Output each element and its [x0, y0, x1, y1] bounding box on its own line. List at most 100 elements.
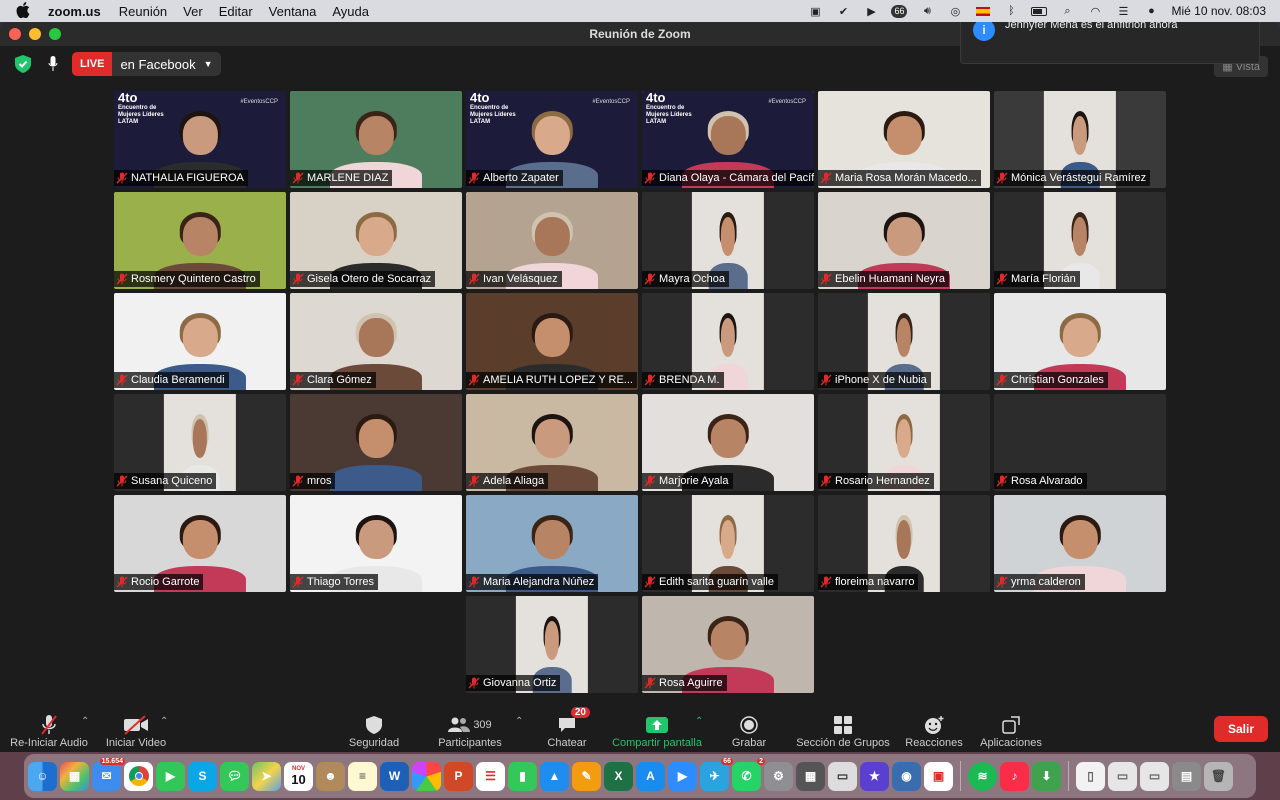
video-options-chevron-icon[interactable]: ⌃ [160, 716, 168, 727]
chrome-icon[interactable] [124, 761, 153, 791]
participant-tile[interactable]: iPhone X de Nubia [818, 293, 990, 390]
notifications-count-icon[interactable]: 66 [891, 4, 908, 18]
menubar-clock[interactable]: Mié 10 nov. 08:03 [1171, 4, 1266, 18]
numbers-icon[interactable]: ▮ [508, 761, 537, 791]
participant-tile[interactable]: BRENDA M. [642, 293, 814, 390]
participant-tile[interactable]: Maria Rosa Morán Macedo... [818, 91, 990, 188]
record-button[interactable]: Grabar [724, 706, 774, 752]
participant-tile[interactable]: Maria Alejandra Núñez [466, 495, 638, 592]
zoom-status-icon[interactable]: ▣ [807, 5, 823, 18]
participant-tile[interactable]: Rosmery Quintero Castro [114, 192, 286, 289]
participant-tile[interactable]: Clara Gómez [290, 293, 462, 390]
calendar-icon[interactable]: NOV 10 [284, 761, 313, 791]
participant-tile[interactable]: Giovanna Ortiz [466, 596, 638, 693]
start-video-button[interactable]: Iniciar Video [102, 706, 170, 752]
quicktime-icon[interactable]: ◉ [892, 761, 921, 791]
participant-tile[interactable]: Rosa Aguirre [642, 596, 814, 693]
mail-icon[interactable]: ✉ 15.654 [92, 757, 125, 791]
checkmark-status-icon[interactable]: ✔ [835, 5, 851, 18]
participants-button[interactable]: 309 Participantes [432, 706, 508, 752]
finder-icon[interactable]: ☺ [28, 761, 57, 791]
apple-menu-icon[interactable] [16, 1, 36, 21]
participant-tile[interactable]: Thiago Torres [290, 495, 462, 592]
menu-ver[interactable]: Ver [183, 4, 203, 19]
participant-tile[interactable]: yrma calderon [994, 495, 1166, 592]
chat-button[interactable]: 20 Chatear [538, 706, 596, 752]
participant-tile[interactable]: Mayra Ochoa [642, 192, 814, 289]
participant-tile[interactable]: 4to Encuentro de Mujeres Líderes LATAM #Even… [466, 91, 638, 188]
zoom-icon[interactable]: ▶ [668, 761, 697, 791]
contacts-icon[interactable]: ☻ [316, 761, 345, 791]
photos-icon[interactable] [412, 761, 441, 791]
spotify-icon[interactable]: ≋ [968, 761, 997, 791]
spanish-flag-icon[interactable] [975, 5, 991, 17]
participant-tile[interactable]: 4to Encuentro de Mujeres Líderes LATAM #Even… [642, 91, 814, 188]
participant-tile[interactable]: Edith sarita guarín valle [642, 495, 814, 592]
folder-stack-icon[interactable]: ▤ [1172, 761, 1201, 791]
share-options-chevron-icon[interactable]: ⌃ [695, 716, 703, 727]
downloads-icon[interactable]: ⬇ [1032, 761, 1061, 791]
participant-tile[interactable]: 4to Encuentro de Mujeres Líderes LATAM #Even… [114, 91, 286, 188]
bluetooth-icon[interactable]: ᛒ [1003, 5, 1019, 17]
app-menu-zoom[interactable]: zoom.us [48, 4, 101, 19]
live-stream-menu[interactable]: LIVE en Facebook ▼ [72, 52, 221, 76]
participant-tile[interactable]: Marjorie Ayala [642, 394, 814, 491]
control-center-icon[interactable]: ☰ [1115, 5, 1131, 18]
participant-tile[interactable]: floreima navarro [818, 495, 990, 592]
facetime-icon[interactable]: ▶ [156, 761, 185, 791]
participant-tile[interactable]: Mónica Verástegui Ramírez [994, 91, 1166, 188]
launchpad-icon[interactable]: ▦ [60, 761, 89, 791]
participant-tile[interactable]: Ivan Velásquez [466, 192, 638, 289]
menu-ventana[interactable]: Ventana [269, 4, 317, 19]
participant-tile[interactable]: Ebelin Huamani Neyra [818, 192, 990, 289]
excel-icon[interactable]: X [604, 761, 633, 791]
screenshot-icon[interactable]: ▭ [1108, 761, 1137, 791]
participant-tile[interactable]: Adela Aliaga [466, 394, 638, 491]
participant-tile[interactable]: mros [290, 394, 462, 491]
skype-icon[interactable]: S [188, 761, 217, 791]
leave-meeting-button[interactable]: Salir [1213, 716, 1268, 742]
messages-icon[interactable]: 💬︎ [220, 761, 249, 791]
siri-icon[interactable]: ● [1143, 5, 1159, 17]
word-icon[interactable]: W [380, 761, 409, 791]
document-icon[interactable]: ▯ [1076, 761, 1105, 791]
app-store-icon[interactable]: A [636, 761, 665, 791]
keynote-icon[interactable]: ▲ [540, 761, 569, 791]
participant-tile[interactable]: MARLENE DIAZ [290, 91, 462, 188]
system-preferences-icon[interactable]: ⚙ [764, 761, 793, 791]
calculator-icon[interactable]: ▦ [796, 761, 825, 791]
participant-tile[interactable]: Susana Quiceno [114, 394, 286, 491]
menu-editar[interactable]: Editar [219, 4, 253, 19]
participants-options-chevron-icon[interactable]: ⌃ [515, 716, 523, 727]
whatsapp-icon[interactable]: ✆ 2 [732, 757, 765, 791]
wifi-icon[interactable]: ◠ [1087, 5, 1103, 18]
unmute-audio-button[interactable]: Re-Iniciar Audio [8, 706, 90, 752]
reminders-icon[interactable]: ☰ [476, 761, 505, 791]
photo-booth-icon[interactable]: ▣ [924, 761, 953, 791]
telegram-icon[interactable]: ✈ 66 [700, 757, 733, 791]
share-screen-button[interactable]: Compartir pantalla [606, 706, 708, 752]
menu-reunion[interactable]: Reunión [119, 4, 167, 19]
audio-options-chevron-icon[interactable]: ⌃ [81, 716, 89, 727]
participant-tile[interactable]: Rosario Hernandez [818, 394, 990, 491]
play-status-icon[interactable]: ▶ [863, 5, 879, 18]
reactions-button[interactable]: Reacciones [902, 706, 966, 752]
preview-icon[interactable]: ▭ [828, 761, 857, 791]
music-icon[interactable]: ♪ [1000, 761, 1029, 791]
menu-ayuda[interactable]: Ayuda [332, 4, 369, 19]
participant-tile[interactable]: Christian Gonzales [994, 293, 1166, 390]
microphone-icon[interactable] [44, 53, 62, 75]
powerpoint-icon[interactable]: P [444, 761, 473, 791]
breakout-rooms-button[interactable]: Sección de Grupos [790, 706, 896, 752]
pages-icon[interactable]: ✎ [572, 761, 601, 791]
participant-tile[interactable]: AMELIA RUTH LOPEZ Y RE... [466, 293, 638, 390]
search-icon[interactable]: ⌕ [1059, 5, 1075, 17]
airdrop-icon[interactable]: ◎ [947, 5, 963, 18]
maps-icon[interactable]: ➤ [252, 761, 281, 791]
participant-tile[interactable]: María Florián [994, 192, 1166, 289]
volume-icon[interactable]: 🔊︎ [919, 5, 935, 17]
apps-button[interactable]: Aplicaciones [974, 706, 1048, 752]
imovie-icon[interactable]: ★ [860, 761, 889, 791]
battery-icon[interactable] [1031, 5, 1048, 17]
participant-tile[interactable]: Rosa Alvarado [994, 394, 1166, 491]
